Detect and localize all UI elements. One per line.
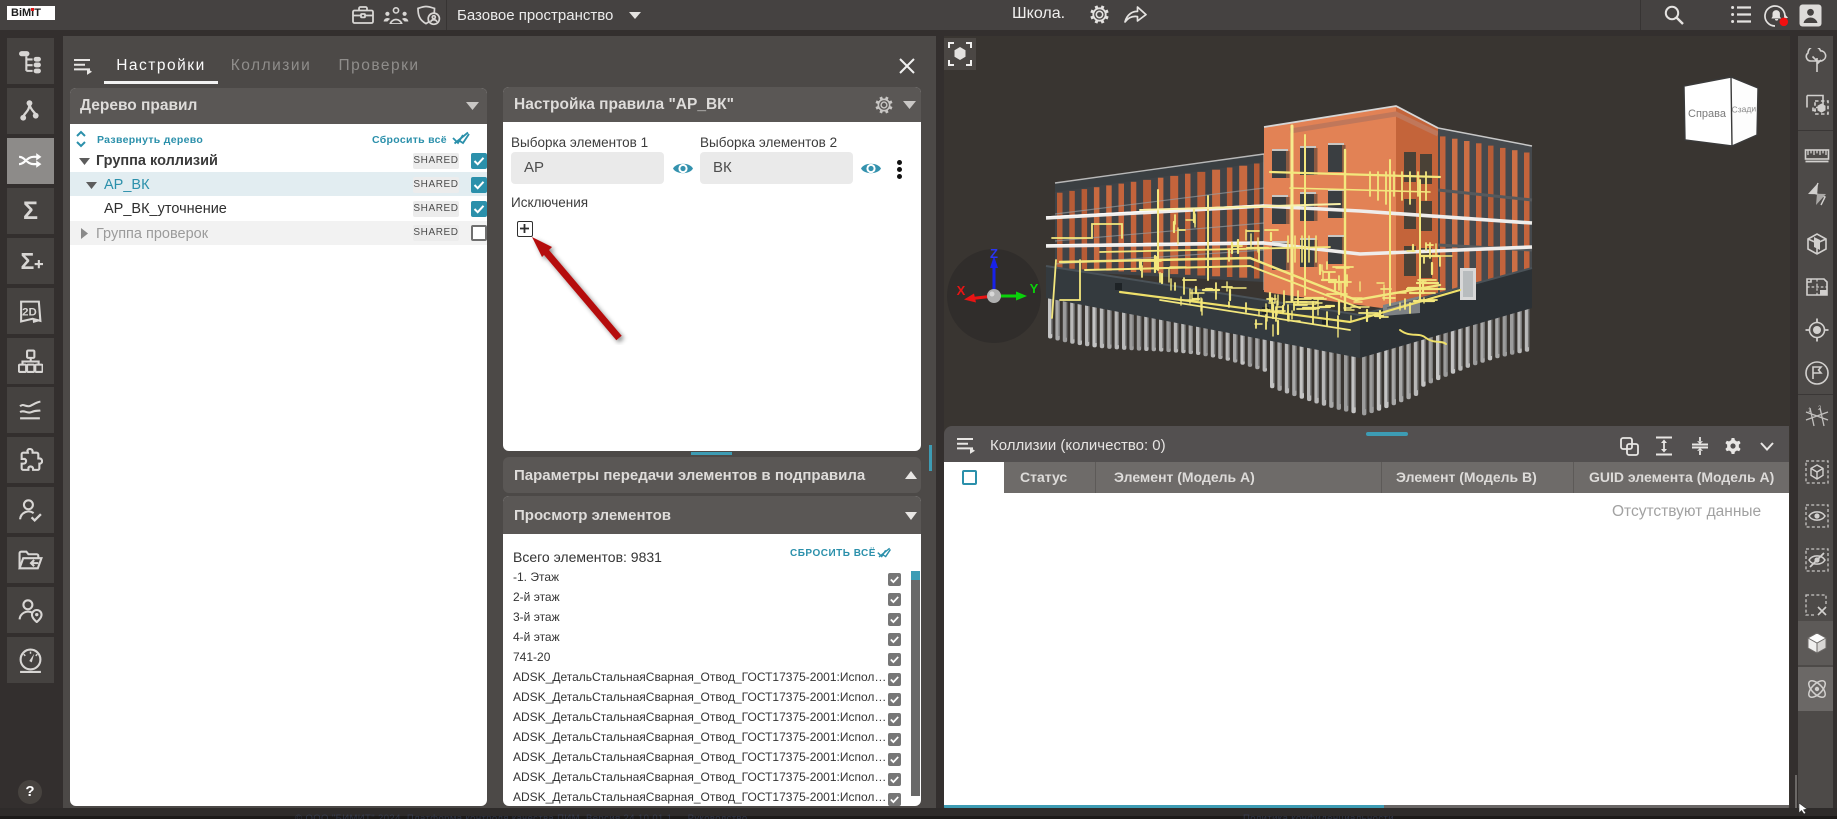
svg-text:2: 2 (1818, 406, 1822, 412)
svg-text:Σ: Σ (23, 199, 38, 224)
svg-text:2D: 2D (22, 307, 37, 319)
svg-text:Σ: Σ (21, 249, 35, 274)
